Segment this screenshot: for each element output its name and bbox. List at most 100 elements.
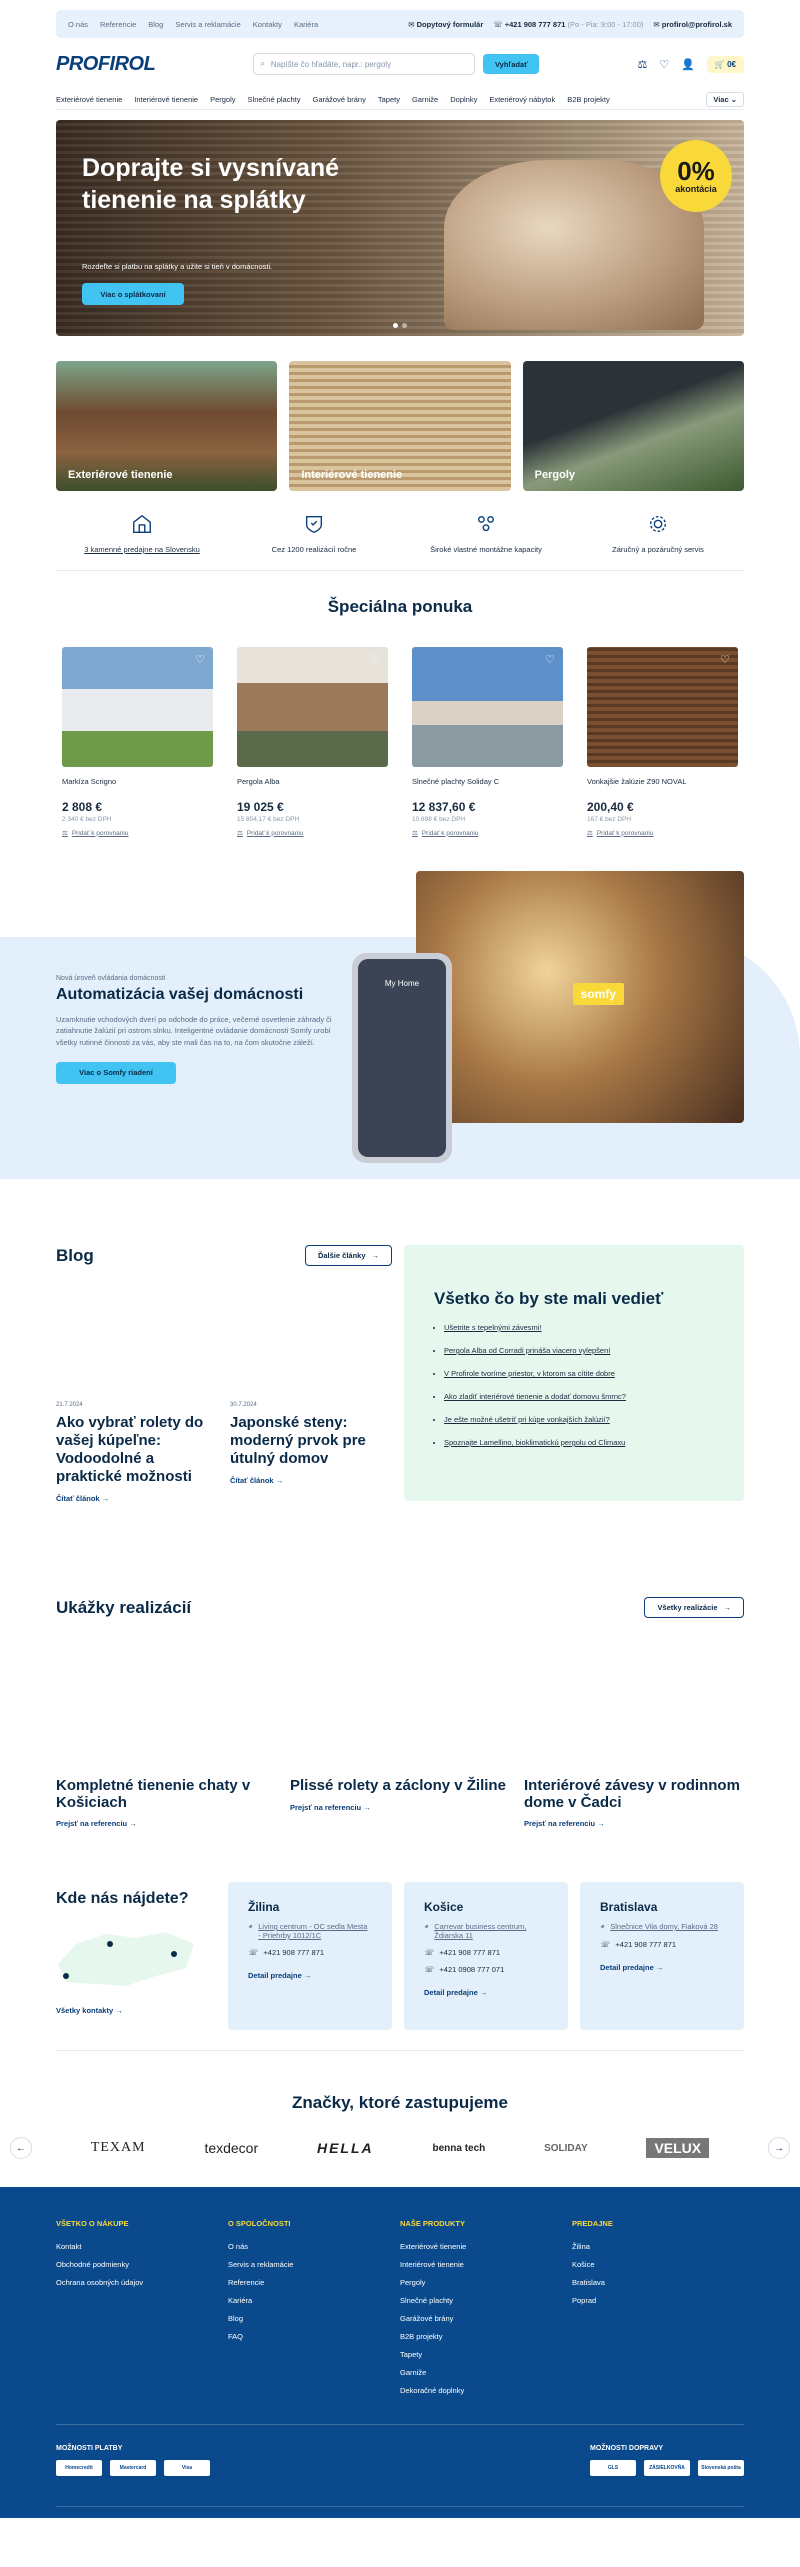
reference-link[interactable]: Prejsť na referenciu → (524, 1819, 744, 1828)
knowledge-link[interactable]: Je ešte možné ušetriť pri kúpe vonkajšíc… (444, 1415, 714, 1424)
footer-link[interactable]: Dekoračné doplnky (400, 2386, 572, 2395)
footer-link[interactable]: Kariéra (228, 2296, 400, 2305)
all-contacts-link[interactable]: Všetky kontakty → (56, 2006, 216, 2015)
compare-link[interactable]: ⚖ Pridať k porovnaniu (412, 829, 563, 838)
more-articles-button[interactable]: Ďalšie články → (304, 1245, 392, 1266)
knowledge-link[interactable]: Ušetrite s tepelnými závesmi! (444, 1323, 714, 1332)
footer-link[interactable]: Košice (572, 2260, 744, 2269)
email-link[interactable]: ✉ profirol@profirol.sk (653, 20, 732, 29)
footer-link[interactable]: Bratislava (572, 2278, 744, 2287)
heart-icon[interactable]: ♡ (370, 653, 380, 666)
footer-link[interactable]: B2B projekty (400, 2332, 572, 2341)
post-title[interactable]: Japonské steny: moderný prvok pre útulný… (230, 1414, 392, 1468)
footer-link[interactable]: Slnečné plachty (400, 2296, 572, 2305)
nav-item[interactable]: Garniže (412, 95, 438, 104)
knowledge-link[interactable]: Pergola Alba od Corradi prináša viacero … (444, 1346, 714, 1355)
read-link[interactable]: Čítať článok → (230, 1476, 392, 1485)
hero-banner[interactable]: Doprajte si vysnívané tienenie na splátk… (56, 120, 744, 336)
footer-link[interactable]: Obchodné podmienky (56, 2260, 228, 2269)
store-detail-link[interactable]: Detail predajne → (424, 1988, 548, 1997)
footer-link[interactable]: Referencie (228, 2278, 400, 2287)
nav-item[interactable]: Exteriérový nábytok (489, 95, 555, 104)
store-address[interactable]: ⌖ Living centrum - OC sedla Mesta - Prieh… (248, 1922, 372, 1940)
read-link[interactable]: Čítať článok → (56, 1494, 218, 1503)
nav-item[interactable]: Tapety (378, 95, 400, 104)
reference-card[interactable]: Interiérové závesy v rodinnom dome v Čad… (524, 1777, 744, 1828)
store-address[interactable]: ⌖ Slnečnice Vila domy, Fiaková 28 (600, 1922, 724, 1932)
store-phone[interactable]: ☏ +421 0908 777 071 (424, 1965, 548, 1974)
footer-link[interactable]: Tapety (400, 2350, 572, 2359)
slider-dot[interactable] (402, 323, 407, 328)
store-phone[interactable]: ☏ +421 908 777 871 (424, 1948, 548, 1957)
heart-icon[interactable]: ♡ (659, 58, 669, 71)
search-button[interactable]: Vyhľadať (483, 54, 540, 74)
store-phone[interactable]: ☏ +421 908 777 871 (248, 1948, 372, 1957)
footer-link[interactable]: Kontakt (56, 2242, 228, 2251)
heart-icon[interactable]: ♡ (720, 653, 730, 666)
footer-link[interactable]: Žilina (572, 2242, 744, 2251)
nav-item[interactable]: Doplnky (450, 95, 477, 104)
reference-card[interactable]: Plissé rolety a záclony v Žiline Prejsť n… (290, 1777, 510, 1828)
footer-link[interactable]: Servis a reklamácie (228, 2260, 400, 2269)
cart-button[interactable]: 🛒 0€ (706, 55, 744, 73)
nav-item[interactable]: Exteriérové tienenie (56, 95, 122, 104)
hero-button[interactable]: Viac o splátkovaní (82, 283, 184, 305)
category-card[interactable]: Pergoly (522, 361, 744, 491)
compare-link[interactable]: ⚖ Pridať k porovnaniu (587, 829, 738, 838)
nav-item[interactable]: Pergoly (210, 95, 235, 104)
compare-link[interactable]: ⚖ Pridať k porovnaniu (237, 829, 388, 838)
nav-item[interactable]: B2B projekty (567, 95, 610, 104)
blog-post[interactable]: 30.7.2024 Japonské steny: moderný prvok … (230, 1402, 392, 1503)
prev-arrow-icon[interactable]: ← (10, 2137, 32, 2159)
slider-dot[interactable] (393, 323, 398, 328)
nav-item[interactable]: Slnečné plachty (248, 95, 301, 104)
footer-link[interactable]: O nás (228, 2242, 400, 2251)
map-pin[interactable] (63, 1973, 69, 1979)
nav-more-button[interactable]: Viac ⌄ (706, 92, 744, 107)
compare-icon[interactable]: ⚖ (637, 58, 647, 71)
somfy-button[interactable]: Viac o Somfy riadení (56, 1061, 176, 1084)
top-link[interactable]: Referencie (100, 20, 136, 29)
reference-card[interactable]: Kompletné tienenie chaty v Košiciach Prej… (56, 1777, 276, 1828)
top-link[interactable]: Servis a reklamácie (175, 20, 240, 29)
store-detail-link[interactable]: Detail predajne → (248, 1971, 372, 1980)
credits[interactable]: Shoptet premium | mine digital (643, 2519, 744, 2528)
footer-link[interactable]: Poprad (572, 2296, 744, 2305)
next-arrow-icon[interactable]: → (767, 2137, 790, 2159)
form-link[interactable]: ✉ Dopytový formulár (408, 20, 483, 29)
compare-link[interactable]: ⚖ Pridať k porovnaniu (62, 829, 213, 838)
product-card[interactable]: ♡ Vonkajšie žalúzie Z90 NOVAL 200,40 € 1… (581, 641, 744, 843)
all-references-button[interactable]: Všetky realizácie → (644, 1597, 744, 1618)
map-pin[interactable] (107, 1941, 113, 1947)
post-title[interactable]: Ako vybrať rolety do vašej kúpeľne: Vodo… (56, 1414, 218, 1486)
top-link[interactable]: O nás (68, 20, 88, 29)
heart-icon[interactable]: ♡ (545, 653, 555, 666)
product-card[interactable]: ♡ Pergola Alba 19 025 € 15 854,17 € bez … (231, 641, 394, 843)
knowledge-link[interactable]: V Profirole tvoríme priestor, v ktorom s… (444, 1369, 714, 1378)
store-phone[interactable]: ☏ +421 908 777 871 (600, 1940, 724, 1949)
reference-link[interactable]: Prejsť na referenciu → (290, 1803, 510, 1812)
top-link[interactable]: Kariéra (294, 20, 318, 29)
footer-link[interactable]: Garážové brány (400, 2314, 572, 2323)
footer-link[interactable]: Exteriérové tienenie (400, 2242, 572, 2251)
category-card[interactable]: Exteriérové tienenie (56, 361, 278, 491)
footer-link[interactable]: Ochrana osobných údajov (56, 2278, 228, 2287)
knowledge-link[interactable]: Ako zladiť interiérové tienenie a dodať … (444, 1392, 714, 1401)
store-detail-link[interactable]: Detail predajne → (600, 1963, 724, 1972)
usp-item[interactable]: 3 kamenné predajne na Slovensku (62, 513, 222, 554)
product-card[interactable]: ♡ Markíza Scrigno 2 808 € 2 340 € bez DP… (56, 641, 219, 843)
search-input[interactable]: ⌕ Napíšte čo hľadáte, napr.: pergoly (253, 53, 476, 75)
user-icon[interactable]: 👤 (681, 58, 695, 71)
nav-item[interactable]: Garážové brány (312, 95, 365, 104)
product-card[interactable]: ♡ Slnečné plachty Soliday C 12 837,60 € … (406, 641, 569, 843)
footer-link[interactable]: Garniže (400, 2368, 572, 2377)
map-pin[interactable] (171, 1951, 177, 1957)
reference-link[interactable]: Prejsť na referenciu → (56, 1819, 276, 1828)
footer-link[interactable]: Interiérové tienenie (400, 2260, 572, 2269)
footer-link[interactable]: Blog (228, 2314, 400, 2323)
knowledge-link[interactable]: Spoznajte Lamellino, bioklimatickú pergo… (444, 1438, 714, 1447)
phone-link[interactable]: ☏ +421 908 777 871 (Po - Pia: 9:00 - 17:… (493, 20, 643, 29)
top-link[interactable]: Blog (148, 20, 163, 29)
heart-icon[interactable]: ♡ (195, 653, 205, 666)
top-link[interactable]: Kontakty (253, 20, 282, 29)
